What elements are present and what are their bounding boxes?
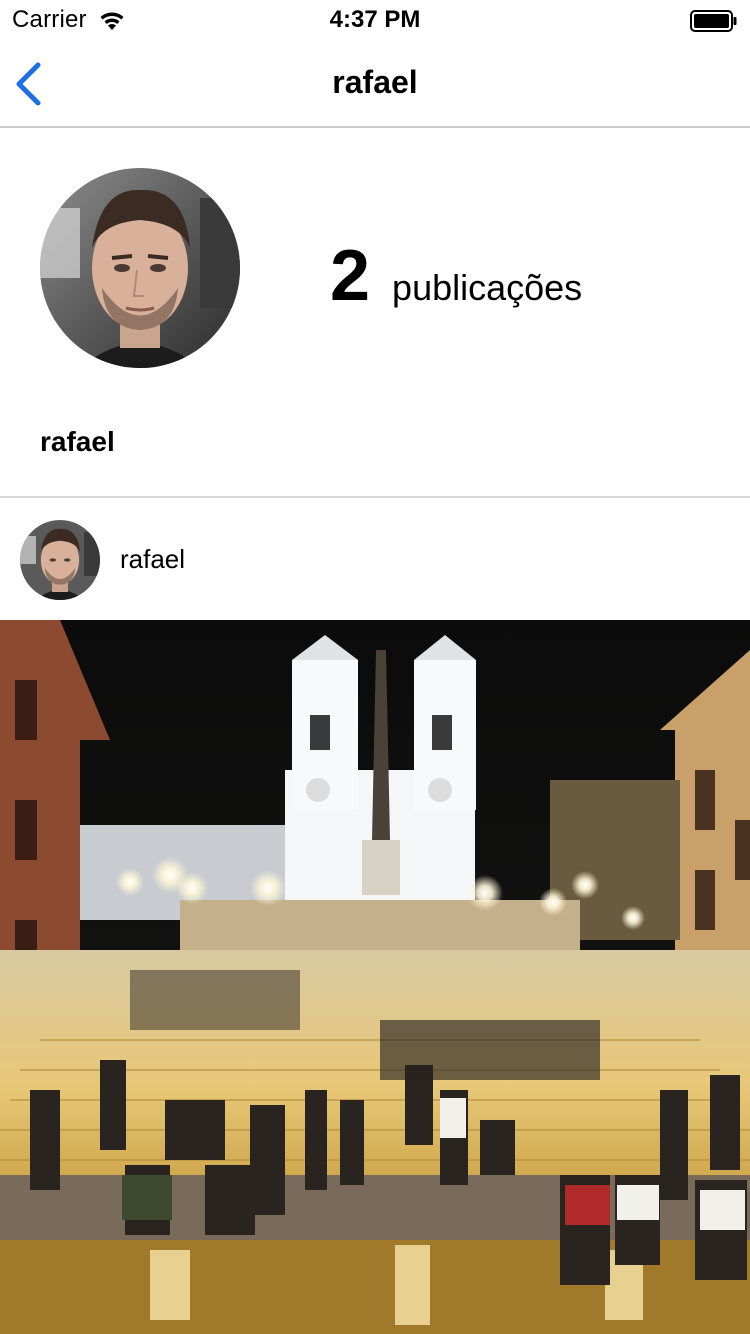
battery-icon: [690, 10, 737, 32]
navigation-bar: rafael: [0, 40, 750, 128]
post-count: 2: [330, 236, 371, 316]
nav-title: rafael: [332, 64, 418, 100]
post-avatar[interactable]: [20, 520, 100, 600]
status-bar: Carrier 4:37 PM: [0, 0, 750, 40]
status-time: 4:37 PM: [329, 6, 421, 33]
profile-avatar[interactable]: [40, 168, 240, 368]
post-header: rafael: [0, 500, 750, 620]
profile-header: 2 publicações rafael: [0, 130, 750, 498]
post-photo[interactable]: [0, 620, 750, 1334]
post-count-label: publicações: [392, 267, 583, 308]
post-count-group: 2 publicações: [330, 236, 582, 316]
post-username[interactable]: rafael: [120, 544, 185, 575]
profile-name: rafael: [40, 426, 115, 457]
